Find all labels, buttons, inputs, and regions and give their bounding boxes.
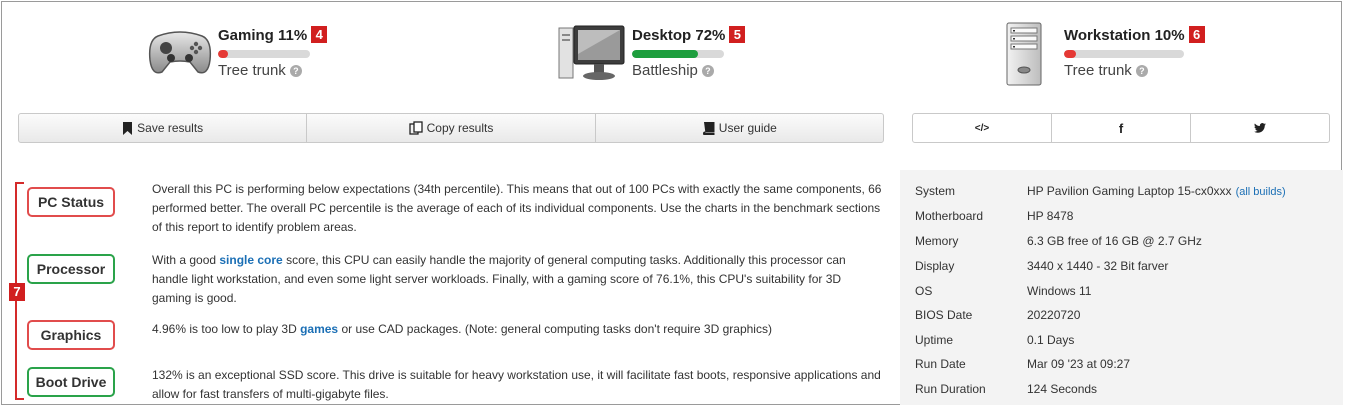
- stat-workstation-subtitle: Tree trunk?: [1064, 62, 1148, 79]
- vertical-scrollbar[interactable]: [1343, 0, 1359, 407]
- code-icon: </>: [974, 122, 990, 134]
- sys-row-os: OS Windows 11: [915, 284, 1092, 298]
- bookmark-icon: [123, 121, 133, 135]
- help-icon[interactable]: ?: [289, 65, 302, 77]
- help-icon[interactable]: ?: [701, 65, 714, 77]
- boot-drive-button[interactable]: Boot Drive: [27, 367, 115, 397]
- book-icon: [702, 121, 715, 135]
- sys-row-memory: Memory 6.3 GB free of 16 GB @ 2.7 GHz: [915, 234, 1202, 248]
- boot-drive-description: 132% is an exceptional SSD score. This d…: [152, 368, 881, 401]
- desktop-computer-icon: [558, 25, 625, 80]
- sys-row-motherboard: Motherboard HP 8478: [915, 209, 1074, 223]
- processor-description: With a good single core score, this CPU …: [152, 253, 846, 305]
- user-guide-label: User guide: [718, 121, 777, 135]
- single-core-link[interactable]: single core: [219, 253, 282, 267]
- graphics-description: 4.96% is too low to play 3D games or use…: [152, 322, 772, 336]
- stat-gaming-title: Gaming 11% 4: [218, 26, 328, 44]
- stat-gaming-subtitle: Tree trunk?: [218, 62, 302, 79]
- copy-results-button[interactable]: Copy results: [307, 114, 596, 142]
- help-icon[interactable]: ?: [1135, 65, 1148, 77]
- gamepad-icon: [148, 31, 212, 74]
- processor-button[interactable]: Processor: [27, 254, 115, 284]
- sys-row-display: Display 3440 x 1440 - 32 Bit farver: [915, 259, 1169, 273]
- pc-status-description: Overall this PC is performing below expe…: [152, 182, 882, 234]
- stat-gaming: Gaming 11% 4 Tree trunk?: [148, 22, 348, 88]
- sys-row-uptime: Uptime 0.1 Days: [915, 333, 1075, 347]
- callout-badge: 5: [729, 26, 746, 43]
- save-results-label: Save results: [137, 121, 204, 135]
- tower-server-icon: [1006, 22, 1042, 86]
- desktop-progress-bar: [632, 50, 724, 58]
- stat-desktop-subtitle: Battleship?: [632, 62, 714, 79]
- embed-button[interactable]: </>: [913, 114, 1052, 142]
- stat-workstation-title: Workstation 10% 6: [1064, 26, 1205, 44]
- stat-workstation: Workstation 10% 6 Tree trunk?: [1004, 22, 1234, 88]
- pc-status-button[interactable]: PC Status: [27, 187, 115, 217]
- workstation-progress-bar: [1064, 50, 1184, 58]
- gaming-progress-bar: [218, 50, 310, 58]
- games-link[interactable]: games: [300, 322, 338, 336]
- sys-row-bios-date: BIOS Date 20220720: [915, 308, 1081, 322]
- callout-badge: 6: [1188, 26, 1205, 43]
- save-results-button[interactable]: Save results: [19, 114, 308, 142]
- copy-results-label: Copy results: [426, 121, 494, 135]
- graphics-button[interactable]: Graphics: [27, 320, 115, 350]
- stat-desktop: Desktop 72% 5 Battleship?: [558, 22, 778, 88]
- callout-badge: 4: [311, 26, 328, 43]
- facebook-icon: f: [1118, 120, 1124, 136]
- stat-desktop-title: Desktop 72% 5: [632, 26, 746, 44]
- facebook-share-button[interactable]: f: [1052, 114, 1191, 142]
- twitter-share-button[interactable]: [1191, 114, 1329, 142]
- results-toolbar: Save results Copy results User guide: [18, 113, 884, 143]
- sys-row-system: System HP Pavilion Gaming Laptop 15-cx0xx…: [915, 184, 1286, 198]
- share-toolbar: </> f: [912, 113, 1330, 143]
- all-builds-link[interactable]: (all builds): [1236, 186, 1286, 198]
- twitter-icon: [1254, 123, 1266, 133]
- copy-icon: [408, 121, 423, 135]
- user-guide-button[interactable]: User guide: [596, 114, 883, 142]
- callout-badge: 7: [9, 283, 25, 301]
- sys-row-run-date: Run Date Mar 09 '23 at 09:27: [915, 357, 1131, 371]
- sys-row-run-duration: Run Duration 124 Seconds: [915, 382, 1098, 396]
